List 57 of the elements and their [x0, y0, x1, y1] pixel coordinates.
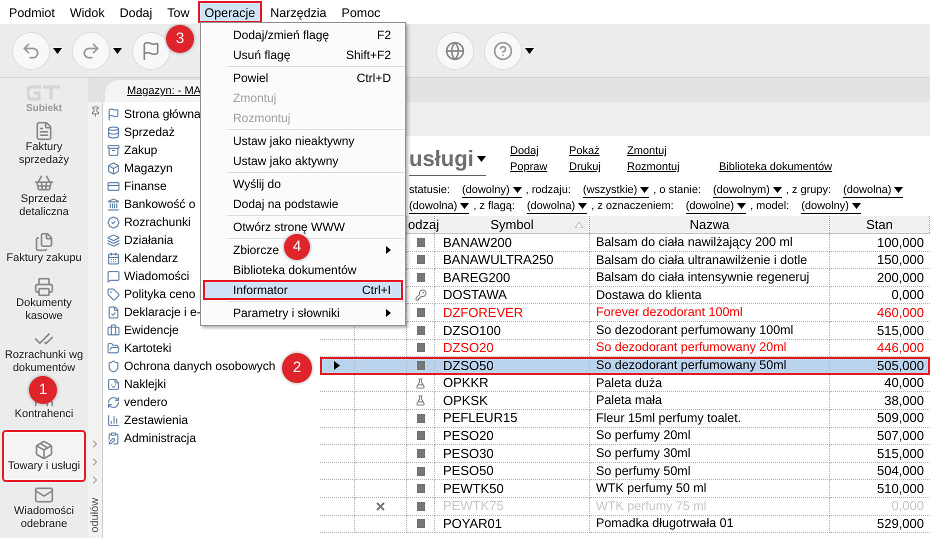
- app-name: Subiekt: [26, 102, 62, 116]
- filter-label: , model:: [750, 198, 790, 214]
- table-cell-text: 150,000: [877, 251, 924, 270]
- table-cell-text: POYAR01: [443, 515, 502, 534]
- table-cell-text: DZSO50: [443, 356, 494, 375]
- table-cell-text: PESO50: [443, 462, 494, 480]
- table-cell: So dezodorant perfumowany 20ml: [596, 340, 786, 356]
- panel-title: odułów: [88, 498, 102, 532]
- table-cell: Balsam do ciała ultranawilżenie i dotle: [596, 252, 808, 268]
- filter-label: , z flagą:: [473, 198, 515, 214]
- filter-label: , rodzaju:: [526, 182, 571, 198]
- table-cell-text: PESO20: [443, 427, 494, 446]
- filter-label: , z oznaczeniem:: [591, 198, 674, 214]
- table-cell: So perfumy 30ml: [596, 445, 690, 462]
- table-cell-text: 510,000: [877, 480, 924, 498]
- table-cell-text: 509,000: [877, 409, 924, 428]
- table-cell: So perfumy 50ml: [596, 462, 690, 480]
- table-cell-text: 200,000: [877, 268, 924, 287]
- table-cell-text: 515,000: [877, 322, 924, 340]
- table-cell: Balsam do ciała intensywnie regeneruj: [596, 269, 810, 286]
- filter-label: , z grupy:: [786, 182, 832, 198]
- table-cell: Dostawa do klienta: [596, 286, 702, 304]
- table-cell: Fleur 15ml perfumy toalet.: [596, 410, 742, 427]
- table-cell-text: 40,000: [884, 374, 924, 392]
- table-cell: Pomadka długotrwała 01: [596, 516, 734, 532]
- table-cell-text: 529,000: [877, 515, 924, 534]
- table-cell: Paleta mała: [596, 392, 662, 409]
- table-cell-text: BANAW200: [443, 234, 512, 252]
- table-cell: So dezodorant perfumowany 100ml: [596, 322, 794, 339]
- table-cell-text: 504,000: [877, 462, 924, 480]
- table-cell-text: 446,000: [877, 339, 924, 358]
- table-cell-text: 100,000: [877, 234, 924, 252]
- table-cell-text: DZSO20: [443, 339, 494, 358]
- table-cell: So dezodorant perfumowany 50ml: [596, 357, 786, 374]
- table-cell-text: PEWTK50: [443, 480, 504, 498]
- table-cell-text: BAREG200: [443, 268, 510, 287]
- table-cell-text: 515,000: [877, 444, 924, 463]
- table-cell-text: DZFOREVER: [443, 304, 524, 322]
- table-cell: Balsam do ciała nawilżający 200 ml: [596, 234, 793, 251]
- table-cell-text: OPKKR: [443, 374, 489, 392]
- table-cell: WTK perfumy 50 ml: [596, 480, 706, 497]
- table-cell: So perfumy 20ml: [596, 428, 690, 444]
- table-cell: Paleta duża: [596, 374, 662, 392]
- table-cell-text: 38,000: [884, 392, 924, 410]
- table-cell-text: 0,000: [891, 286, 924, 304]
- table-cell-text: 460,000: [877, 304, 924, 322]
- filter-label: statusie:: [409, 182, 450, 198]
- table-cell-text: 505,000: [877, 356, 924, 375]
- table-cell-text: OPKSK: [443, 392, 488, 410]
- table-cell-text: PEFLEUR15: [443, 409, 518, 428]
- filter-label: , o stanie:: [653, 182, 701, 198]
- table-cell-text: BANAWULTRA250: [443, 251, 554, 270]
- table-cell: Forever dezodorant 100ml: [596, 304, 743, 321]
- table-cell-text: PESO30: [443, 444, 494, 463]
- table-cell-text: 507,000: [877, 427, 924, 446]
- table-cell-text: DOSTAWA: [443, 286, 507, 304]
- table-cell-text: DZSO100: [443, 322, 501, 340]
